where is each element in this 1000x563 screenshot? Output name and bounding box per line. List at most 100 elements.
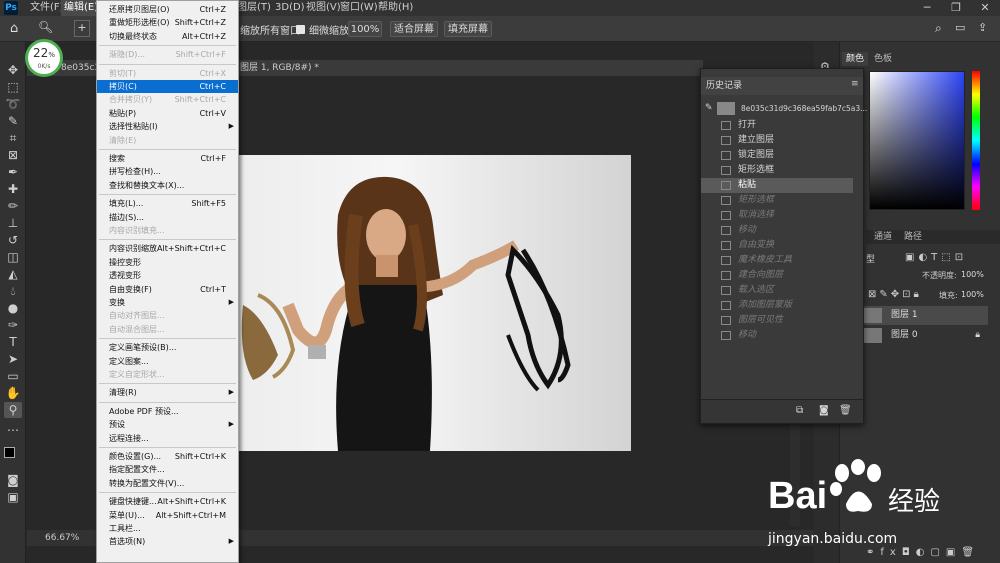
minimize-icon[interactable]: ─ (916, 0, 938, 16)
status-zoom[interactable]: 66.67% (45, 530, 79, 546)
more-tools-icon[interactable]: … (4, 419, 22, 435)
edit-menu-item[interactable]: 搜索 Ctrl+F (97, 152, 238, 165)
edit-menu-item[interactable]: 透视变形 (97, 269, 238, 282)
type-tool-icon[interactable]: T (4, 334, 22, 350)
paint-bucket-icon[interactable]: ◭ (4, 266, 22, 282)
workspace-icon[interactable]: ▭ (955, 21, 965, 34)
hue-slider[interactable] (972, 71, 980, 210)
dodge-tool-icon[interactable]: ● (4, 300, 22, 316)
tab-paths[interactable]: 路径 (900, 230, 926, 244)
pen-tool-icon[interactable]: ✑ (4, 317, 22, 333)
history-state-row[interactable]: 移动 (701, 328, 853, 343)
history-state-row[interactable]: 粘贴 (701, 178, 853, 193)
tab-color[interactable]: 颜色 (842, 52, 869, 66)
history-snapshot[interactable]: ✎ 8e035c31d9c368ea59fab7c5a3... (701, 101, 867, 116)
zoom-tool-icon[interactable]: ⚲ (4, 402, 22, 418)
quick-mask-icon[interactable]: ◙ (4, 472, 22, 488)
edit-menu-item[interactable]: 变换 ▶ (97, 296, 238, 309)
history-brush-icon[interactable]: ↺ (4, 232, 22, 248)
history-state-row[interactable]: 魔术橡皮工具 (701, 253, 853, 268)
edit-menu-item[interactable]: 粘贴(P) Ctrl+V (97, 107, 238, 120)
edit-menu-item[interactable]: 自由变换(F) Ctrl+T (97, 283, 238, 296)
edit-menu-item[interactable]: 重做矩形选框(O) Shift+Ctrl+Z (97, 16, 238, 29)
history-state-row[interactable]: 添加图层蒙版 (701, 298, 853, 313)
edit-menu-item[interactable]: 内容识别缩放 Alt+Shift+Ctrl+C (97, 242, 238, 255)
edit-menu-item[interactable]: 菜单(U)... Alt+Shift+Ctrl+M (97, 509, 238, 522)
edit-menu-item[interactable]: 远程连接... (97, 432, 238, 445)
lock-icons[interactable]: ⊠✎✥⊡🔒︎ (868, 289, 922, 300)
edit-menu-item[interactable]: 颜色设置(G)... Shift+Ctrl+K (97, 450, 238, 463)
blur-tool-icon[interactable]: 💧︎ (4, 283, 22, 299)
canvas-image[interactable] (238, 155, 631, 451)
edit-menu-item[interactable]: 预设 ▶ (97, 418, 238, 431)
eraser-tool-icon[interactable]: ◫ (4, 249, 22, 265)
tab-swatches[interactable]: 色板 (870, 52, 896, 66)
new-doc-from-state-icon[interactable]: ⧉ (796, 405, 803, 416)
edit-menu-item[interactable]: Adobe PDF 预设... (97, 405, 238, 418)
brush-tool-icon[interactable]: ✏ (4, 198, 22, 214)
eyedropper-tool-icon[interactable]: ✒ (4, 164, 22, 180)
stamp-tool-icon[interactable]: ⊥ (4, 215, 22, 231)
edit-menu-item[interactable]: 转换为配置文件(V)... (97, 477, 238, 490)
rectangle-tool-icon[interactable]: ▭ (4, 368, 22, 384)
snapshot-icon[interactable]: ◙ (819, 405, 829, 416)
edit-menu-item[interactable]: 描边(S)... (97, 211, 238, 224)
history-state-row[interactable]: 图层可见性 (701, 313, 853, 328)
frame-tool-icon[interactable]: ⊠ (4, 147, 22, 163)
marquee-tool-icon[interactable]: ⬚ (4, 79, 22, 95)
layer-filter-icons[interactable]: ▣◐T⬚⊡ (905, 252, 967, 263)
share-icon[interactable]: ⇪ (978, 21, 987, 34)
edit-menu-item[interactable]: 键盘快捷键... Alt+Shift+Ctrl+K (97, 495, 238, 508)
menu-layer[interactable]: 图层(T) (234, 0, 274, 16)
edit-menu-item[interactable]: 清理(R) ▶ (97, 386, 238, 399)
edit-menu-item[interactable]: 定义画笔预设(B)... (97, 341, 238, 354)
edit-menu-item[interactable]: 填充(L)... Shift+F5 (97, 197, 238, 210)
fit-screen-button[interactable]: 适合屏幕 (390, 21, 438, 37)
path-select-icon[interactable]: ➤ (4, 351, 22, 367)
layer-row[interactable]: 图层 0 🔒︎ (860, 326, 988, 345)
zoom-tool-icon[interactable]: 🔍︎ (38, 20, 53, 34)
edit-menu-item[interactable]: 切换最终状态 Alt+Ctrl+Z (97, 30, 238, 43)
history-state-row[interactable]: 锁定图层 (701, 148, 853, 163)
history-state-row[interactable]: 打开 (701, 118, 853, 133)
history-state-row[interactable]: 移动 (701, 223, 853, 238)
color-picker-field[interactable] (869, 71, 965, 210)
zoom-in-icon[interactable]: + (74, 20, 90, 37)
menu-help[interactable]: 帮助(H) (375, 0, 416, 16)
history-state-row[interactable]: 矩形选框 (701, 193, 853, 208)
edit-menu-item[interactable]: 首选项(N) ▶ (97, 535, 238, 548)
edit-menu-item[interactable]: 指定配置文件... (97, 463, 238, 476)
screen-mode-icon[interactable]: ▣ (4, 489, 22, 505)
fine-zoom-checkbox[interactable] (296, 25, 305, 34)
edit-menu-item[interactable]: 定义图案... (97, 355, 238, 368)
edit-menu-item[interactable]: 查找和替换文本(X)... (97, 179, 238, 192)
fill-value[interactable]: 100% (961, 290, 984, 299)
lasso-tool-icon[interactable]: ➰ (4, 96, 22, 112)
layer-row[interactable]: 图层 1 (860, 306, 988, 325)
edit-menu-item[interactable]: 还原拷贝图层(O) Ctrl+Z (97, 3, 238, 16)
move-tool-icon[interactable]: ✥ (4, 62, 22, 78)
history-state-row[interactable]: 建合向图层 (701, 268, 853, 283)
edit-menu-item[interactable]: 选择性粘贴(I) ▶ (97, 120, 238, 133)
history-state-row[interactable]: 建立图层 (701, 133, 853, 148)
quick-select-tool-icon[interactable]: ✎ (4, 113, 22, 129)
restore-icon[interactable]: ❐ (945, 0, 967, 16)
history-state-row[interactable]: 自由变换 (701, 238, 853, 253)
crop-tool-icon[interactable]: ⌗ (4, 130, 22, 146)
home-icon[interactable]: ⌂ (10, 21, 18, 36)
edit-menu-item[interactable]: 工具栏... (97, 522, 238, 535)
search-icon[interactable]: ⌕ (935, 21, 942, 36)
fill-screen-button[interactable]: 填充屏幕 (444, 21, 492, 37)
history-state-row[interactable]: 取消选择 (701, 208, 853, 223)
close-icon[interactable]: ✕ (974, 0, 996, 16)
zoom-value-field[interactable]: 100% (348, 21, 382, 37)
edit-menu-item[interactable]: 拼写检查(H)... (97, 165, 238, 178)
history-state-row[interactable]: 载入选区 (701, 283, 853, 298)
edit-menu-item[interactable]: 操控变形 (97, 256, 238, 269)
trash-icon[interactable]: 🗑︎ (839, 405, 852, 416)
hand-tool-icon[interactable]: ✋ (4, 385, 22, 401)
healing-tool-icon[interactable]: ✚ (4, 181, 22, 197)
foreground-color-swatch[interactable] (4, 447, 15, 458)
tab-channels[interactable]: 通道 (870, 230, 896, 244)
history-state-row[interactable]: 矩形选框 (701, 163, 853, 178)
